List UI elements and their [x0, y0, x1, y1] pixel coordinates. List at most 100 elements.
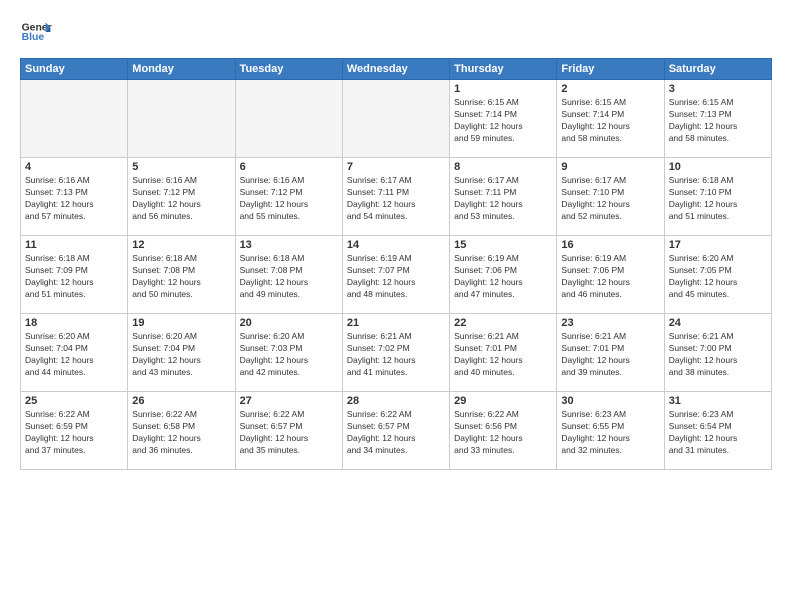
- day-cell: 3Sunrise: 6:15 AM Sunset: 7:13 PM Daylig…: [664, 80, 771, 158]
- day-cell: 6Sunrise: 6:16 AM Sunset: 7:12 PM Daylig…: [235, 158, 342, 236]
- week-row-2: 4 Sunrise: 6:16 AM Sunset: 7:13 PM Daylig…: [21, 158, 772, 236]
- day-info: Sunrise: 6:21 AM Sunset: 7:01 PM Dayligh…: [454, 331, 552, 379]
- day-number: 26: [132, 395, 230, 407]
- day-number: 29: [454, 395, 552, 407]
- header: General Blue: [20, 16, 772, 48]
- day-cell: 18Sunrise: 6:20 AM Sunset: 7:04 PM Dayli…: [21, 314, 128, 392]
- day-info: Sunrise: 6:15 AM Sunset: 7:14 PM Dayligh…: [561, 97, 659, 145]
- day-number: 25: [25, 395, 123, 407]
- day-number: 7: [347, 161, 445, 173]
- day-info: Sunrise: 6:18 AM Sunset: 7:08 PM Dayligh…: [132, 253, 230, 301]
- day-info: Sunrise: 6:17 AM Sunset: 7:11 PM Dayligh…: [454, 175, 552, 223]
- day-cell: 27Sunrise: 6:22 AM Sunset: 6:57 PM Dayli…: [235, 392, 342, 470]
- day-cell: 24 Sunrise: 6:21 AM Sunset: 7:00 PM Dayli…: [664, 314, 771, 392]
- day-cell: 7 Sunrise: 6:17 AM Sunset: 7:11 PM Daylig…: [342, 158, 449, 236]
- day-info: Sunrise: 6:17 AM Sunset: 7:11 PM Dayligh…: [347, 175, 445, 223]
- day-cell: 26 Sunrise: 6:22 AM Sunset: 6:58 PM Dayli…: [128, 392, 235, 470]
- week-row-1: 1 Sunrise: 6:15 AM Sunset: 7:14 PM Daylig…: [21, 80, 772, 158]
- logo: General Blue: [20, 16, 52, 48]
- weekday-header-tuesday: Tuesday: [235, 59, 342, 80]
- svg-text:Blue: Blue: [22, 32, 45, 43]
- day-cell: 16 Sunrise: 6:19 AM Sunset: 7:06 PM Dayli…: [557, 236, 664, 314]
- week-row-4: 18 Sunrise: 6:20 AM Sunset: 7:04 PM Dayli…: [21, 314, 772, 392]
- page: General Blue SundayMondayTuesdayWednesda…: [0, 0, 792, 612]
- day-cell: 4 Sunrise: 6:16 AM Sunset: 7:13 PM Daylig…: [21, 158, 128, 236]
- weekday-header-row: SundayMondayTuesdayWednesdayThursdayFrid…: [21, 59, 772, 80]
- day-info: Sunrise: 6:19 AM Sunset: 7:07 PM Dayligh…: [347, 253, 445, 301]
- day-info: Sunrise: 6:15 AM Sunset: 7:13 PM Dayligh…: [669, 97, 767, 145]
- day-number: 8: [454, 161, 552, 173]
- day-cell: 15Sunrise: 6:19 AM Sunset: 7:06 PM Dayli…: [450, 236, 557, 314]
- weekday-header-saturday: Saturday: [664, 59, 771, 80]
- day-number: 1: [454, 83, 552, 95]
- day-cell: [128, 80, 235, 158]
- day-cell: [235, 80, 342, 158]
- day-info: Sunrise: 6:20 AM Sunset: 7:04 PM Dayligh…: [132, 331, 230, 379]
- day-number: 21: [347, 317, 445, 329]
- day-cell: 21 Sunrise: 6:21 AM Sunset: 7:02 PM Dayli…: [342, 314, 449, 392]
- day-cell: 8 Sunrise: 6:17 AM Sunset: 7:11 PM Daylig…: [450, 158, 557, 236]
- day-cell: 28 Sunrise: 6:22 AM Sunset: 6:57 PM Dayli…: [342, 392, 449, 470]
- day-number: 5: [132, 161, 230, 173]
- day-number: 28: [347, 395, 445, 407]
- day-info: Sunrise: 6:23 AM Sunset: 6:55 PM Dayligh…: [561, 409, 659, 457]
- day-number: 10: [669, 161, 767, 173]
- day-number: 6: [240, 161, 338, 173]
- day-number: 27: [240, 395, 338, 407]
- day-info: Sunrise: 6:23 AM Sunset: 6:54 PM Dayligh…: [669, 409, 767, 457]
- day-number: 2: [561, 83, 659, 95]
- day-info: Sunrise: 6:17 AM Sunset: 7:10 PM Dayligh…: [561, 175, 659, 223]
- day-number: 9: [561, 161, 659, 173]
- day-number: 11: [25, 239, 123, 251]
- day-info: Sunrise: 6:19 AM Sunset: 7:06 PM Dayligh…: [561, 253, 659, 301]
- weekday-header-friday: Friday: [557, 59, 664, 80]
- day-cell: 2 Sunrise: 6:15 AM Sunset: 7:14 PM Daylig…: [557, 80, 664, 158]
- day-number: 4: [25, 161, 123, 173]
- day-cell: 13Sunrise: 6:18 AM Sunset: 7:08 PM Dayli…: [235, 236, 342, 314]
- day-info: Sunrise: 6:18 AM Sunset: 7:09 PM Dayligh…: [25, 253, 123, 301]
- day-info: Sunrise: 6:21 AM Sunset: 7:00 PM Dayligh…: [669, 331, 767, 379]
- day-info: Sunrise: 6:18 AM Sunset: 7:10 PM Dayligh…: [669, 175, 767, 223]
- weekday-header-sunday: Sunday: [21, 59, 128, 80]
- day-number: 14: [347, 239, 445, 251]
- day-cell: 31 Sunrise: 6:23 AM Sunset: 6:54 PM Dayli…: [664, 392, 771, 470]
- day-cell: 11 Sunrise: 6:18 AM Sunset: 7:09 PM Dayli…: [21, 236, 128, 314]
- day-cell: 22Sunrise: 6:21 AM Sunset: 7:01 PM Dayli…: [450, 314, 557, 392]
- day-number: 16: [561, 239, 659, 251]
- day-number: 17: [669, 239, 767, 251]
- day-cell: 25 Sunrise: 6:22 AM Sunset: 6:59 PM Dayli…: [21, 392, 128, 470]
- day-cell: 30 Sunrise: 6:23 AM Sunset: 6:55 PM Dayli…: [557, 392, 664, 470]
- day-cell: 14 Sunrise: 6:19 AM Sunset: 7:07 PM Dayli…: [342, 236, 449, 314]
- day-cell: 23Sunrise: 6:21 AM Sunset: 7:01 PM Dayli…: [557, 314, 664, 392]
- day-info: Sunrise: 6:22 AM Sunset: 6:59 PM Dayligh…: [25, 409, 123, 457]
- day-cell: 17 Sunrise: 6:20 AM Sunset: 7:05 PM Dayli…: [664, 236, 771, 314]
- day-number: 20: [240, 317, 338, 329]
- weekday-header-monday: Monday: [128, 59, 235, 80]
- day-info: Sunrise: 6:16 AM Sunset: 7:12 PM Dayligh…: [132, 175, 230, 223]
- day-number: 30: [561, 395, 659, 407]
- day-info: Sunrise: 6:16 AM Sunset: 7:13 PM Dayligh…: [25, 175, 123, 223]
- day-info: Sunrise: 6:22 AM Sunset: 6:58 PM Dayligh…: [132, 409, 230, 457]
- day-info: Sunrise: 6:20 AM Sunset: 7:05 PM Dayligh…: [669, 253, 767, 301]
- weekday-header-wednesday: Wednesday: [342, 59, 449, 80]
- day-number: 31: [669, 395, 767, 407]
- day-info: Sunrise: 6:22 AM Sunset: 6:56 PM Dayligh…: [454, 409, 552, 457]
- day-cell: 10 Sunrise: 6:18 AM Sunset: 7:10 PM Dayli…: [664, 158, 771, 236]
- day-number: 18: [25, 317, 123, 329]
- week-row-3: 11 Sunrise: 6:18 AM Sunset: 7:09 PM Dayli…: [21, 236, 772, 314]
- day-info: Sunrise: 6:22 AM Sunset: 6:57 PM Dayligh…: [347, 409, 445, 457]
- week-row-5: 25 Sunrise: 6:22 AM Sunset: 6:59 PM Dayli…: [21, 392, 772, 470]
- day-number: 13: [240, 239, 338, 251]
- day-info: Sunrise: 6:20 AM Sunset: 7:03 PM Dayligh…: [240, 331, 338, 379]
- day-info: Sunrise: 6:21 AM Sunset: 7:02 PM Dayligh…: [347, 331, 445, 379]
- day-number: 24: [669, 317, 767, 329]
- weekday-header-thursday: Thursday: [450, 59, 557, 80]
- day-cell: 20 Sunrise: 6:20 AM Sunset: 7:03 PM Dayli…: [235, 314, 342, 392]
- day-info: Sunrise: 6:21 AM Sunset: 7:01 PM Dayligh…: [561, 331, 659, 379]
- calendar-table: SundayMondayTuesdayWednesdayThursdayFrid…: [20, 58, 772, 470]
- day-cell: [21, 80, 128, 158]
- day-number: 15: [454, 239, 552, 251]
- day-cell: 19 Sunrise: 6:20 AM Sunset: 7:04 PM Dayli…: [128, 314, 235, 392]
- day-number: 19: [132, 317, 230, 329]
- day-info: Sunrise: 6:15 AM Sunset: 7:14 PM Dayligh…: [454, 97, 552, 145]
